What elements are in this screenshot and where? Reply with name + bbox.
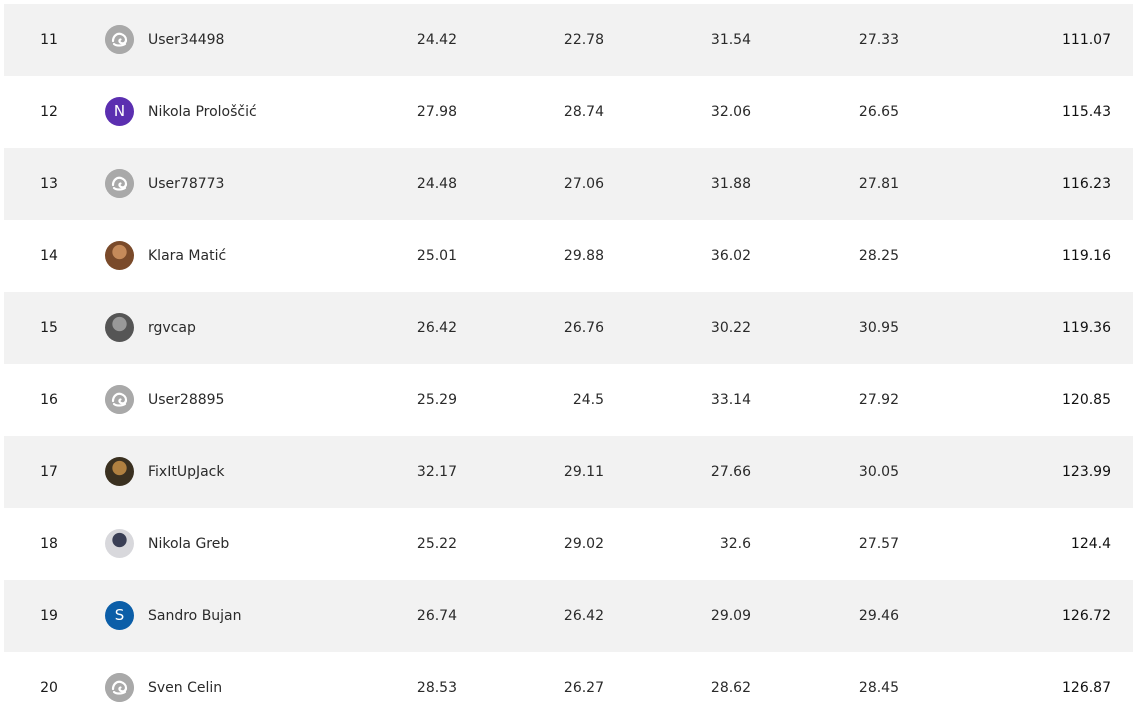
player-name[interactable]: rgvcap	[148, 292, 196, 364]
total-score-cell: 126.72	[1062, 608, 1111, 624]
score-4-cell: 30.05	[858, 464, 899, 480]
score-4-cell: 28.25	[858, 248, 899, 264]
score-3-cell: 32.06	[710, 104, 751, 120]
total-score-cell: 119.36	[1062, 320, 1111, 336]
score-1-cell: 24.42	[416, 32, 457, 48]
avatar-photo[interactable]	[105, 529, 134, 558]
score-3-cell: 31.54	[710, 32, 751, 48]
score-4-cell: 26.65	[858, 104, 899, 120]
table-row: 13 User78773 24.48 27.06 31.88 27.81 116.23	[4, 148, 1133, 220]
score-1-cell: 25.29	[416, 392, 457, 408]
table-row: 14 Klara Matić 25.01 29.88 36.02 28.25 119.16	[4, 220, 1133, 292]
total-score-cell: 111.07	[1062, 32, 1111, 48]
score-2-cell: 26.27	[563, 680, 604, 696]
rank-cell: 13	[40, 176, 58, 192]
rank-cell: 20	[40, 680, 58, 696]
player-name[interactable]: User78773	[148, 148, 224, 220]
total-score-cell: 119.16	[1062, 248, 1111, 264]
total-score-cell: 116.23	[1062, 176, 1111, 192]
total-score-cell: 124.4	[1070, 536, 1111, 552]
score-3-cell: 36.02	[710, 248, 751, 264]
rank-cell: 15	[40, 320, 58, 336]
score-3-cell: 30.22	[710, 320, 751, 336]
total-score-cell: 120.85	[1062, 392, 1111, 408]
avatar-photo[interactable]	[105, 241, 134, 270]
score-3-cell: 29.09	[710, 608, 751, 624]
total-score-cell: 115.43	[1062, 104, 1111, 120]
score-1-cell: 28.53	[416, 680, 457, 696]
rank-cell: 17	[40, 464, 58, 480]
score-4-cell: 29.46	[858, 608, 899, 624]
score-3-cell: 31.88	[710, 176, 751, 192]
avatar-initial: S	[114, 606, 125, 624]
score-3-cell: 28.62	[710, 680, 751, 696]
score-2-cell: 26.42	[563, 608, 604, 624]
player-name[interactable]: FixItUpJack	[148, 436, 224, 508]
default-avatar-icon[interactable]	[105, 25, 134, 54]
score-1-cell: 24.48	[416, 176, 457, 192]
score-2-cell: 29.02	[563, 536, 604, 552]
rank-cell: 16	[40, 392, 58, 408]
player-name[interactable]: User28895	[148, 364, 224, 436]
score-2-cell: 28.74	[563, 104, 604, 120]
score-2-cell: 29.11	[563, 464, 604, 480]
score-1-cell: 26.74	[416, 608, 457, 624]
score-1-cell: 27.98	[416, 104, 457, 120]
table-row: 19 S Sandro Bujan 26.74 26.42 29.09 29.46 126.7…	[4, 580, 1133, 652]
score-3-cell: 33.14	[710, 392, 751, 408]
score-2-cell: 24.5	[572, 392, 604, 408]
score-3-cell: 27.66	[710, 464, 751, 480]
player-name[interactable]: Nikola Prološčić	[148, 76, 257, 148]
rank-cell: 19	[40, 608, 58, 624]
leaderboard-table: 11 User34498 24.42 22.78 31.54 27.33 111.07 12 N…	[4, 4, 1133, 724]
score-4-cell: 27.81	[858, 176, 899, 192]
score-1-cell: 25.01	[416, 248, 457, 264]
table-row: 12 N Nikola Prološčić 27.98 28.74 32.06 26.65 1…	[4, 76, 1133, 148]
score-1-cell: 25.22	[416, 536, 457, 552]
player-name[interactable]: Sven Celin	[148, 652, 222, 724]
default-avatar-icon[interactable]	[105, 673, 134, 702]
rank-cell: 14	[40, 248, 58, 264]
score-2-cell: 29.88	[563, 248, 604, 264]
table-row: 11 User34498 24.42 22.78 31.54 27.33 111.07	[4, 4, 1133, 76]
score-1-cell: 32.17	[416, 464, 457, 480]
player-name[interactable]: User34498	[148, 4, 224, 76]
score-4-cell: 28.45	[858, 680, 899, 696]
rank-cell: 11	[40, 32, 58, 48]
rank-cell: 12	[40, 104, 58, 120]
score-2-cell: 26.76	[563, 320, 604, 336]
score-4-cell: 27.92	[858, 392, 899, 408]
score-2-cell: 27.06	[563, 176, 604, 192]
default-avatar-icon[interactable]	[105, 169, 134, 198]
table-row: 20 Sven Celin 28.53 26.27 28.62 28.45 126.87	[4, 652, 1133, 724]
total-score-cell: 123.99	[1062, 464, 1111, 480]
score-1-cell: 26.42	[416, 320, 457, 336]
score-4-cell: 27.57	[858, 536, 899, 552]
table-row: 17 FixItUpJack 32.17 29.11 27.66 30.05 123.99	[4, 436, 1133, 508]
table-row: 18 Nikola Greb 25.22 29.02 32.6 27.57 124.4	[4, 508, 1133, 580]
avatar-initial: N	[113, 102, 126, 120]
score-4-cell: 30.95	[858, 320, 899, 336]
player-name[interactable]: Nikola Greb	[148, 508, 229, 580]
default-avatar-icon[interactable]	[105, 385, 134, 414]
avatar[interactable]: S	[105, 601, 134, 630]
score-3-cell: 32.6	[719, 536, 751, 552]
avatar-photo[interactable]	[105, 313, 134, 342]
table-row: 16 User28895 25.29 24.5 33.14 27.92 120.85	[4, 364, 1133, 436]
rank-cell: 18	[40, 536, 58, 552]
total-score-cell: 126.87	[1062, 680, 1111, 696]
avatar-photo[interactable]	[105, 457, 134, 486]
player-name[interactable]: Klara Matić	[148, 220, 226, 292]
score-2-cell: 22.78	[563, 32, 604, 48]
table-row: 15 rgvcap 26.42 26.76 30.22 30.95 119.36	[4, 292, 1133, 364]
player-name[interactable]: Sandro Bujan	[148, 580, 242, 652]
avatar[interactable]: N	[105, 97, 134, 126]
score-4-cell: 27.33	[858, 32, 899, 48]
